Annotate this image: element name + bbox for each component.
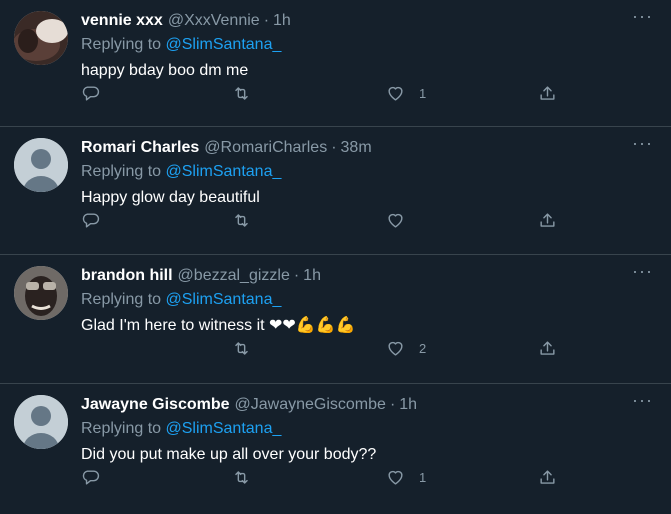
tweet[interactable]: Romari Charles @RomariCharles · 38m Repl… [0, 127, 671, 255]
user-handle[interactable]: @JawayneGiscombe [235, 394, 386, 416]
separator-dot: · [331, 139, 337, 156]
mention-link[interactable]: @SlimSantana_ [166, 163, 282, 180]
tweet-actions: 1 [81, 84, 561, 108]
like-button[interactable]: 1 [386, 468, 426, 487]
reply-icon [82, 86, 100, 101]
retweet-button[interactable] [232, 468, 251, 487]
share-button[interactable] [538, 84, 557, 103]
tweet[interactable]: brandon hill @bezzal_gizzle · 1h Replyin… [0, 255, 671, 384]
retweet-icon [235, 342, 248, 355]
share-icon [540, 86, 555, 100]
user-handle[interactable]: @bezzal_gizzle [178, 265, 290, 287]
timestamp[interactable]: 1h [273, 10, 291, 32]
replying-to: Replying to @SlimSantana_ [81, 289, 655, 311]
tweet-actions: 2 [81, 339, 561, 363]
avatar[interactable] [14, 395, 68, 449]
mention-link[interactable]: @SlimSantana_ [166, 36, 282, 53]
tweet[interactable]: vennie xxx @XxxVennie · 1h Replying to @… [0, 0, 671, 127]
more-dots-icon[interactable]: ··· [632, 261, 653, 282]
display-name[interactable]: vennie xxx [81, 10, 163, 32]
share-button[interactable] [538, 339, 557, 358]
share-button[interactable] [538, 468, 557, 487]
more-dots-icon[interactable]: ··· [632, 133, 653, 154]
reply-icon [82, 470, 100, 485]
like-count: 1 [419, 86, 427, 101]
like-count: 2 [419, 341, 427, 356]
share-icon [540, 470, 555, 484]
tweet-text: Did you put make up all over your body?? [81, 446, 377, 463]
user-handle[interactable]: @RomariCharles [204, 137, 327, 159]
separator-dot: · [293, 267, 300, 284]
heart-icon [388, 470, 403, 485]
replying-to: Replying to @SlimSantana_ [81, 161, 655, 183]
tweet[interactable]: Jawayne Giscombe @JawayneGiscombe · 1h R… [0, 384, 671, 514]
tweet-text: Glad I'm here to witness it ❤❤💪💪💪 [81, 317, 356, 334]
reply-button[interactable] [81, 84, 100, 103]
timestamp[interactable]: 1h [303, 265, 321, 287]
mention-link[interactable]: @SlimSantana_ [166, 291, 282, 308]
tweet-actions [81, 211, 561, 235]
like-count: 1 [419, 470, 427, 485]
display-name[interactable]: brandon hill [81, 265, 173, 287]
display-name[interactable]: Romari Charles [81, 137, 199, 159]
retweet-icon [235, 471, 248, 484]
retweet-button[interactable] [232, 339, 251, 358]
timestamp[interactable]: 1h [399, 394, 417, 416]
more-dots-icon[interactable]: ··· [632, 6, 653, 27]
retweet-icon [235, 87, 248, 100]
mention-link[interactable]: @SlimSantana_ [166, 420, 282, 437]
separator-dot: · [263, 12, 270, 29]
display-name[interactable]: Jawayne Giscombe [81, 394, 230, 416]
more-dots-icon[interactable]: ··· [632, 390, 653, 411]
heart-icon [388, 213, 403, 228]
heart-icon [388, 86, 403, 101]
replying-to-label: Replying to [81, 36, 166, 53]
timestamp[interactable]: 38m [341, 137, 372, 159]
replying-to-label: Replying to [81, 163, 166, 180]
tweet-text: happy bday boo dm me [81, 62, 249, 79]
like-button[interactable]: 1 [386, 84, 426, 103]
avatar[interactable] [14, 266, 68, 320]
user-handle[interactable]: @XxxVennie [168, 10, 260, 32]
replying-to: Replying to @SlimSantana_ [81, 418, 655, 440]
reply-button[interactable] [81, 211, 100, 230]
like-button[interactable] [386, 211, 419, 230]
tweet-actions: 1 [81, 468, 561, 492]
heart-icon [388, 341, 403, 356]
avatar[interactable] [14, 138, 68, 192]
replying-to: Replying to @SlimSantana_ [81, 34, 655, 56]
retweet-button[interactable] [232, 211, 251, 230]
retweet-button[interactable] [232, 84, 251, 103]
reply-icon [82, 213, 100, 228]
avatar[interactable] [14, 11, 68, 65]
share-icon [540, 213, 555, 227]
share-button[interactable] [538, 211, 557, 230]
separator-dot: · [389, 396, 396, 413]
tweet-text: Happy glow day beautiful [81, 189, 260, 206]
replying-to-label: Replying to [81, 291, 166, 308]
share-icon [540, 341, 555, 355]
like-button[interactable]: 2 [386, 339, 426, 358]
reply-feed: vennie xxx @XxxVennie · 1h Replying to @… [0, 0, 671, 514]
retweet-icon [235, 214, 248, 227]
reply-button[interactable] [81, 468, 100, 487]
replying-to-label: Replying to [81, 420, 166, 437]
